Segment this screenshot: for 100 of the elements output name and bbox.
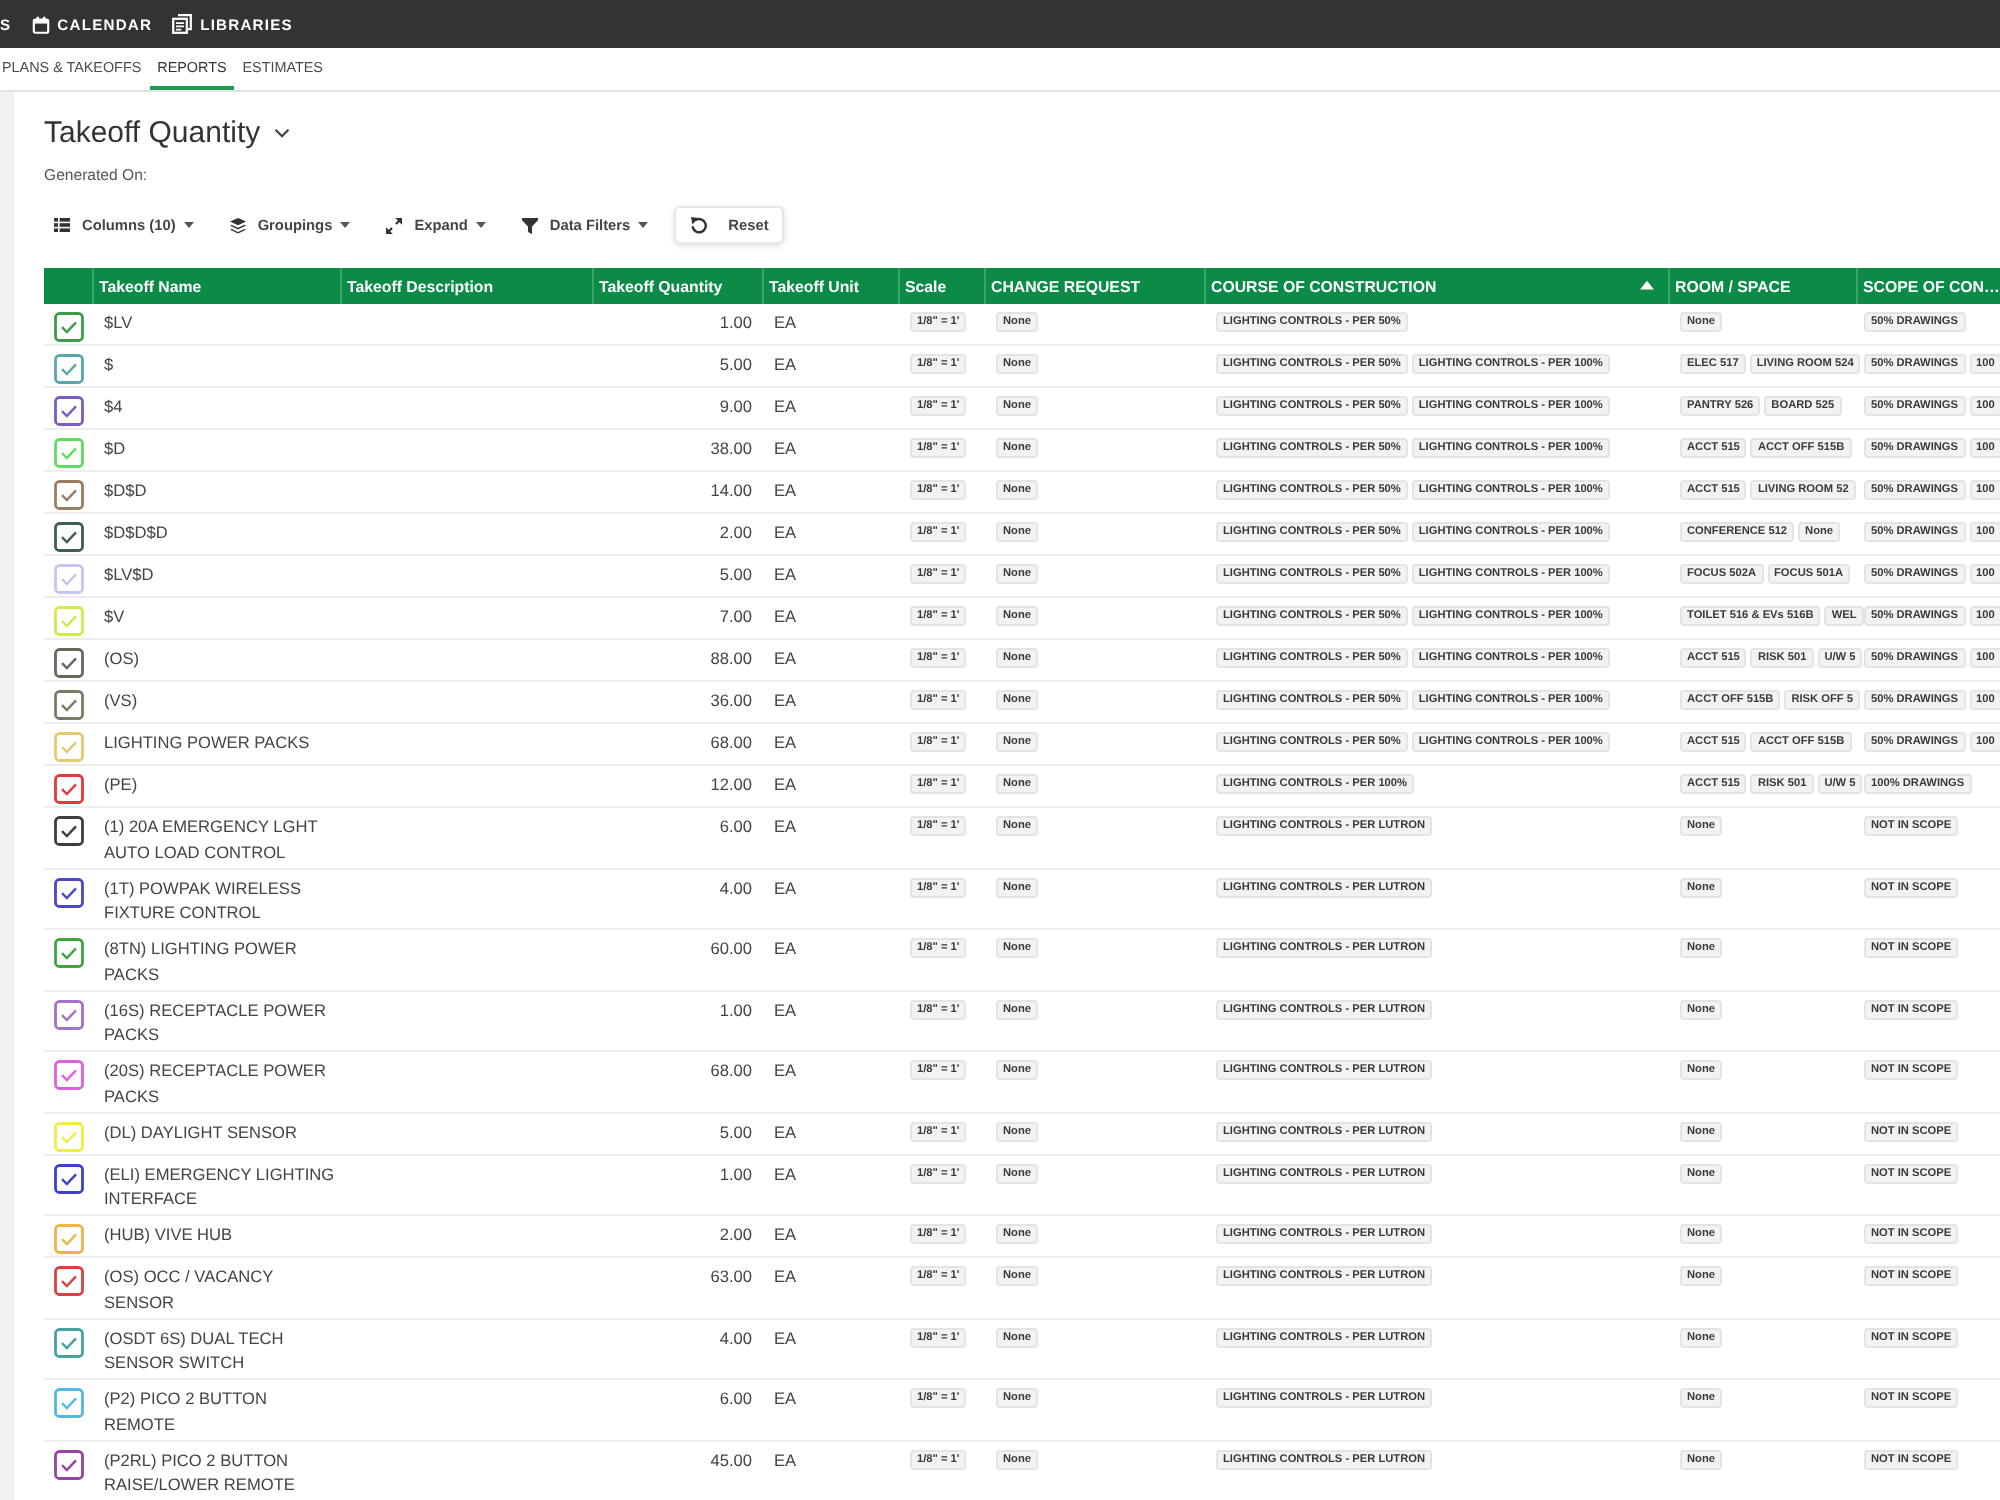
table-cell: (ELI) EMERGENCY LIGHTING INTERFACE xyxy=(92,1154,340,1215)
table-cell: EA xyxy=(762,681,898,723)
checkbox[interactable] xyxy=(54,480,84,510)
table-cell: $D xyxy=(92,429,340,471)
checkbox[interactable] xyxy=(54,1327,84,1357)
table-cell: (1) 20A EMERGENCY LGHT AUTO LOAD CONTROL xyxy=(92,807,340,868)
table-cell: $4 xyxy=(92,387,340,429)
table-cell: EA xyxy=(762,639,898,681)
table-cell: 36.00 xyxy=(592,681,762,723)
table-cell: EA xyxy=(762,387,898,429)
table-cell: (8TN) LIGHTING POWER PACKS xyxy=(92,929,340,990)
table-cell: EA xyxy=(762,990,898,1051)
table-cell: (OS) xyxy=(92,639,340,681)
table-cell: 6.00 xyxy=(592,1379,762,1440)
checkbox[interactable] xyxy=(54,354,84,384)
checkbox[interactable] xyxy=(54,1266,84,1296)
caret-down-icon xyxy=(475,222,486,228)
table-cell: $D$D$D xyxy=(92,513,340,555)
table-cell: EA xyxy=(762,1257,898,1318)
table-cell: (20S) RECEPTACLE POWER PACKS xyxy=(92,1051,340,1112)
table-cell: $V xyxy=(92,597,340,639)
calendar-icon xyxy=(31,15,50,33)
table-cell: (DL) DAYLIGHT SENSOR xyxy=(92,1112,340,1154)
table-cell: 14.00 xyxy=(592,471,762,513)
table-cell: EA xyxy=(762,1112,898,1154)
caret-down-icon xyxy=(340,222,351,228)
table-cell: 5.00 xyxy=(592,1112,762,1154)
checkbox[interactable] xyxy=(54,1388,84,1418)
table-cell: EA xyxy=(762,513,898,555)
table-cell: EA xyxy=(762,765,898,807)
checkbox[interactable] xyxy=(54,522,84,552)
sort-arrow-icon xyxy=(1639,279,1653,289)
checkbox[interactable] xyxy=(54,816,84,846)
checkbox[interactable] xyxy=(54,396,84,426)
table-cell: 60.00 xyxy=(592,929,762,990)
table-cell: 38.00 xyxy=(592,429,762,471)
chevron-down-icon xyxy=(274,128,291,138)
checkbox[interactable] xyxy=(54,312,84,342)
table-cell: (P2) PICO 2 BUTTON REMOTE xyxy=(92,1379,340,1440)
checkbox[interactable] xyxy=(54,877,84,907)
documents-icon xyxy=(172,14,193,34)
table-cell: EA xyxy=(762,929,898,990)
table-cell: EA xyxy=(762,807,898,868)
table-cell: 2.00 xyxy=(592,513,762,555)
checkbox[interactable] xyxy=(54,1060,84,1090)
caret-down-icon xyxy=(183,222,194,228)
table-cell: 1.00 xyxy=(592,304,762,345)
table-cell: 4.00 xyxy=(592,868,762,929)
table-cell: EA xyxy=(762,471,898,513)
checkbox[interactable] xyxy=(54,999,84,1029)
table-cell: (OS) OCC / VACANCY SENSOR xyxy=(92,1257,340,1318)
table-cell: EA xyxy=(762,1318,898,1379)
table-cell: 1.00 xyxy=(592,1154,762,1215)
table-cell: EA xyxy=(762,1440,898,1500)
table-cell: $LV xyxy=(92,304,340,345)
table-cell: 5.00 xyxy=(592,555,762,597)
table-cell: EA xyxy=(762,1154,898,1215)
table-cell: 5.00 xyxy=(592,345,762,387)
diagonal-arrows-icon xyxy=(386,217,403,233)
table-cell: 4.00 xyxy=(592,1318,762,1379)
table-cell: EA xyxy=(762,345,898,387)
table-cell: EA xyxy=(762,1379,898,1440)
checkbox[interactable] xyxy=(54,774,84,804)
table-cell: EA xyxy=(762,868,898,929)
table-cell: $D$D xyxy=(92,471,340,513)
checkbox[interactable] xyxy=(54,648,84,678)
table-cell: 9.00 xyxy=(592,387,762,429)
checkbox[interactable] xyxy=(54,1449,84,1479)
table-cell: (PE) xyxy=(92,765,340,807)
table-cell: 68.00 xyxy=(592,1051,762,1112)
checkbox[interactable] xyxy=(54,690,84,720)
table-cell: 68.00 xyxy=(592,723,762,765)
table-cell: (16S) RECEPTACLE POWER PACKS xyxy=(92,990,340,1051)
table-cell: (VS) xyxy=(92,681,340,723)
list-icon xyxy=(54,218,70,232)
checkbox-column-header xyxy=(44,268,92,304)
table-cell: 2.00 xyxy=(592,1215,762,1257)
table-cell: EA xyxy=(762,304,898,345)
checkbox[interactable] xyxy=(54,1163,84,1193)
checkbox[interactable] xyxy=(54,1224,84,1254)
report-title-dropdown[interactable]: Takeoff Quantity xyxy=(44,112,291,154)
table-cell: EA xyxy=(762,1215,898,1257)
caret-down-icon xyxy=(638,222,649,228)
table-cell: EA xyxy=(762,1051,898,1112)
undo-icon xyxy=(690,216,709,234)
table-cell: EA xyxy=(762,723,898,765)
table-cell: (OSDT 6S) DUAL TECH SENSOR SWITCH xyxy=(92,1318,340,1379)
checkbox[interactable] xyxy=(54,938,84,968)
table-cell: 7.00 xyxy=(592,597,762,639)
table-cell: 12.00 xyxy=(592,765,762,807)
table-cell: 45.00 xyxy=(592,1440,762,1500)
table-cell: (P2RL) PICO 2 BUTTON RAISE/LOWER REMOTE xyxy=(92,1440,340,1500)
table-cell: 6.00 xyxy=(592,807,762,868)
table-cell: (HUB) VIVE HUB xyxy=(92,1215,340,1257)
table-cell: 88.00 xyxy=(592,639,762,681)
table-cell: LIGHTING POWER PACKS xyxy=(92,723,340,765)
table-cell: $LV$D xyxy=(92,555,340,597)
table-cell: EA xyxy=(762,555,898,597)
layers-icon xyxy=(229,217,246,233)
table-cell: EA xyxy=(762,429,898,471)
